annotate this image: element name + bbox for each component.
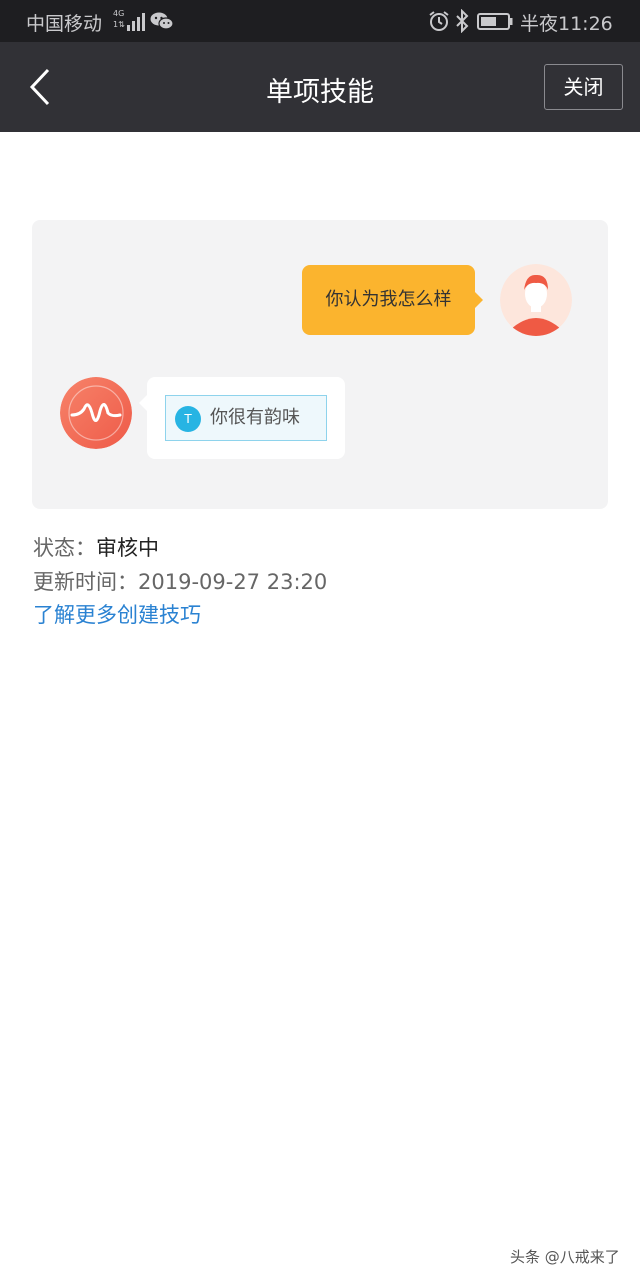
update-time: 更新时间：2019-09-27 23:20 — [33, 566, 327, 596]
voice-wave-avatar — [60, 377, 132, 449]
carrier-name: 中国移动 — [26, 13, 103, 35]
bot-reply-chip: T 你很有韵味 — [165, 395, 327, 441]
alarm-icon — [429, 11, 449, 31]
status-bar: 中国移动 4G 1⇅ 半夜11:26 — [0, 0, 640, 42]
clock-time: 半夜11:26 — [520, 13, 613, 35]
user-message-bubble: 你认为我怎么样 — [302, 265, 483, 335]
network-type: 4G — [113, 9, 125, 18]
wechat-icon — [150, 12, 174, 30]
bot-reply-bubble: T 你很有韵味 — [139, 377, 345, 459]
status-label: 状态： — [33, 536, 96, 560]
updated-label: 更新时间： — [33, 570, 138, 594]
nav-bar: 单项技能 关闭 — [0, 42, 640, 132]
updated-value: 2019-09-27 23:20 — [138, 570, 328, 594]
battery-icon — [477, 13, 513, 30]
close-button[interactable]: 关闭 — [544, 64, 623, 110]
watermark: 头条 @八戒来了 — [510, 1248, 620, 1266]
bluetooth-icon — [456, 9, 469, 33]
signal-icon: 4G 1⇅ — [113, 9, 147, 33]
text-reply-icon: T — [175, 406, 201, 432]
network-sub: 1⇅ — [113, 20, 125, 29]
status-value: 审核中 — [96, 536, 159, 560]
skill-preview-card: 你认为我怎么样 T 你很有韵味 — [32, 220, 608, 509]
bot-reply-text: 你很有韵味 — [210, 407, 300, 428]
user-avatar — [500, 264, 572, 336]
review-status: 状态：审核中 — [33, 532, 159, 562]
learn-more-link[interactable]: 了解更多创建技巧 — [33, 599, 201, 629]
